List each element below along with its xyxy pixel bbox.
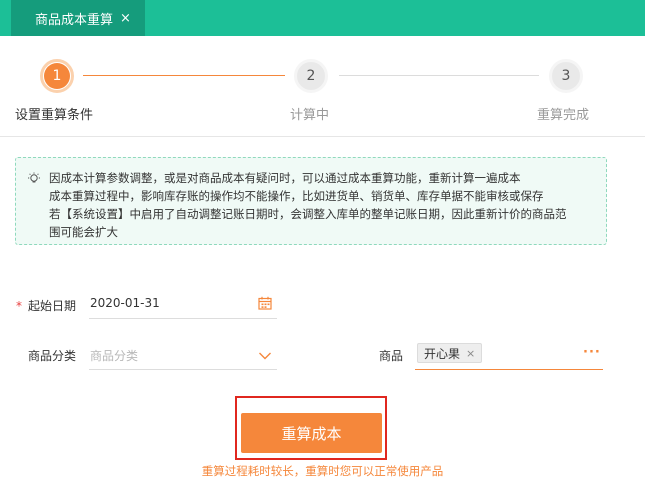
notice-line-4: 围可能会扩大 [49, 225, 118, 239]
recalc-cost-button[interactable]: 重算成本 [241, 413, 382, 453]
category-underline [89, 369, 277, 370]
notice-line-3: 若【系统设置】中启用了自动调整记账日期时，会调整入库单的整单记账日期，因此重新计… [49, 207, 567, 221]
step-connector-1 [83, 75, 285, 76]
step-1-indicator: 1 [40, 59, 74, 93]
step-3-indicator: 3 [549, 59, 583, 93]
step-3-number: 3 [561, 68, 571, 84]
start-date-input[interactable]: 2020-01-31 [90, 296, 160, 310]
lightbulb-icon [27, 172, 41, 191]
product-underline [415, 369, 603, 370]
close-icon[interactable]: × [120, 11, 131, 26]
tag-remove-icon[interactable]: × [466, 347, 475, 360]
notice-line-1: 因成本计算参数调整，或是对商品成本有疑问时，可以通过成本重算功能，重新计算一遍成… [49, 171, 521, 185]
step-3-label: 重算完成 [537, 108, 590, 123]
product-label: 商品 [379, 349, 404, 363]
step-2-indicator: 2 [294, 59, 328, 93]
calendar-icon[interactable] [258, 295, 272, 314]
step-1-label: 设置重算条件 [15, 108, 94, 123]
tab-cost-recalc[interactable]: 商品成本重算 × [11, 0, 145, 36]
recalc-hint: 重算过程耗时较长，重算时您可以正常使用产品 [201, 464, 444, 478]
notice-line-2: 成本重算过程中，影响库存账的操作均不能操作，比如进货单、销货单、库存单据不能审核… [49, 189, 544, 203]
tab-label: 商品成本重算 [35, 12, 114, 28]
step-1-number: 1 [44, 63, 70, 89]
required-mark: * [16, 299, 22, 313]
start-date-label: * 起始日期 [16, 297, 76, 314]
chevron-down-icon[interactable] [258, 346, 272, 365]
start-date-label-text: 起始日期 [28, 299, 77, 313]
start-date-underline [89, 318, 277, 319]
step-connector-2 [339, 75, 539, 76]
product-tag: 开心果 × [417, 343, 483, 363]
more-icon[interactable]: ··· [583, 345, 601, 360]
info-notice: 因成本计算参数调整，或是对商品成本有疑问时，可以通过成本重算功能，重新计算一遍成… [15, 157, 607, 245]
product-tag-label: 开心果 [424, 346, 461, 361]
step-2-label: 计算中 [290, 108, 330, 123]
step-2-number: 2 [306, 68, 316, 84]
top-tab-bar: 商品成本重算 × [0, 0, 645, 36]
stepper-divider [0, 136, 645, 137]
category-select[interactable]: 商品分类 [90, 347, 138, 364]
category-label: 商品分类 [28, 349, 77, 363]
